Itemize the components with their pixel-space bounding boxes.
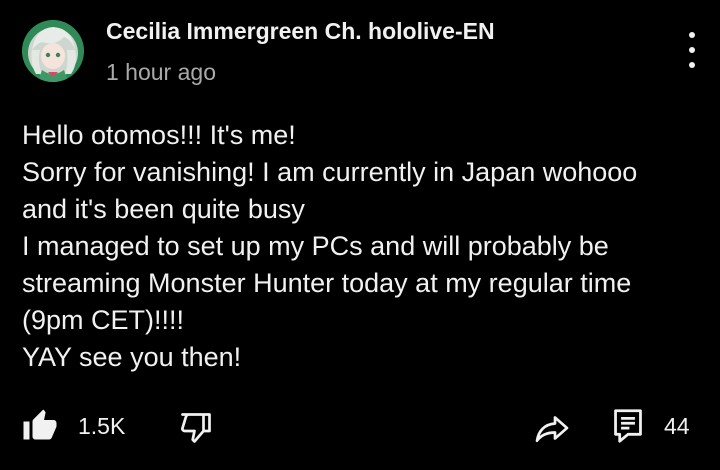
post-line: Hello otomos!!! It's me! <box>22 120 296 150</box>
thumbs-down-icon <box>181 413 211 443</box>
comment-count: 44 <box>664 412 690 439</box>
more-vert-icon <box>689 47 695 53</box>
like-count: 1.5K <box>78 412 126 439</box>
comments-button[interactable]: 44 <box>612 408 690 444</box>
thumbs-up-icon <box>23 409 57 440</box>
post-line: YAY see you then! <box>22 342 242 372</box>
dislike-button[interactable] <box>178 410 214 446</box>
post-line: I managed to set up my PCs and will prob… <box>22 231 609 261</box>
like-button[interactable]: 1.5K <box>22 408 125 444</box>
post-line: streaming Monster Hunter today at my reg… <box>22 268 632 298</box>
share-button[interactable] <box>534 410 570 446</box>
channel-name[interactable]: Cecilia Immergreen Ch. hololive-EN <box>106 18 495 45</box>
comment-icon <box>614 409 642 443</box>
share-arrow-icon <box>535 416 569 443</box>
post-line: Sorry for vanishing! I am currently in J… <box>22 157 638 187</box>
more-vert-icon <box>689 62 695 68</box>
post-timestamp[interactable]: 1 hour ago <box>106 59 216 86</box>
channel-avatar[interactable] <box>22 20 84 82</box>
more-options-button[interactable] <box>678 32 706 68</box>
post-body: Hello otomos!!! It's me! Sorry for vanis… <box>22 117 702 376</box>
post-line: (9pm CET)!!!! <box>22 305 185 335</box>
community-post: Cecilia Immergreen Ch. hololive-EN 1 hou… <box>0 0 720 470</box>
avatar-icon <box>22 20 84 82</box>
post-line: and it's been quite busy <box>22 194 305 224</box>
more-vert-icon <box>689 32 695 38</box>
